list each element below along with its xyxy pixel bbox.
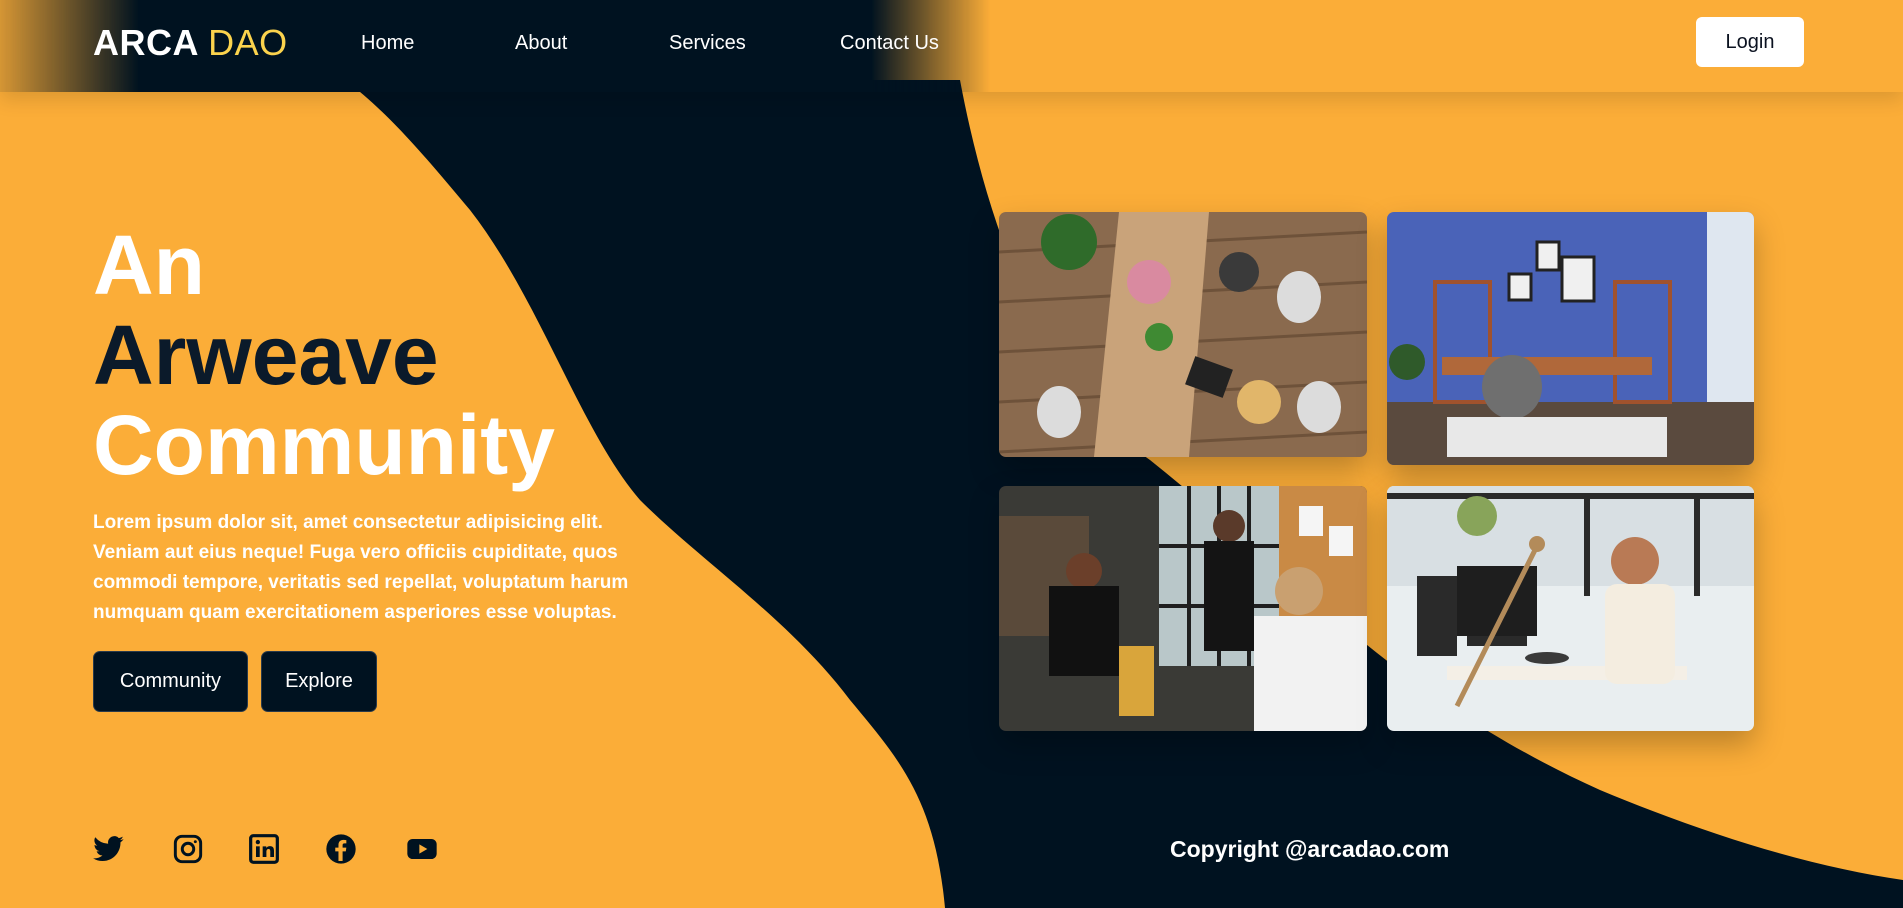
- hero-title: An Arweave Community: [93, 220, 555, 490]
- nav-services-link[interactable]: Services: [669, 32, 746, 55]
- nav-contact-link[interactable]: Contact Us: [840, 32, 939, 55]
- nav-home-link[interactable]: Home: [361, 32, 414, 55]
- hero-title-line-2: Arweave: [93, 308, 439, 402]
- man-at-computer-photo: [1387, 486, 1754, 731]
- hero-title-line-1: An: [93, 218, 205, 312]
- community-button[interactable]: Community: [93, 651, 248, 712]
- explore-button[interactable]: Explore: [261, 651, 377, 712]
- coworking-table-photo: [999, 212, 1367, 457]
- brand-name: ARCA: [93, 22, 198, 63]
- youtube-icon[interactable]: [406, 833, 438, 865]
- office-meeting-photo: [999, 486, 1367, 731]
- nav-about-link[interactable]: About: [515, 32, 567, 55]
- brand-accent: DAO: [208, 22, 288, 63]
- login-button[interactable]: Login: [1696, 17, 1804, 67]
- copyright-text: Copyright @arcadao.com: [1170, 836, 1450, 862]
- linkedin-icon[interactable]: [248, 833, 280, 865]
- hero-title-line-3: Community: [93, 398, 555, 492]
- hero-description: Lorem ipsum dolor sit, amet consectetur …: [93, 512, 629, 623]
- instagram-icon[interactable]: [172, 833, 204, 865]
- twitter-icon[interactable]: [93, 833, 125, 865]
- blue-office-photo: [1387, 212, 1754, 465]
- brand-logo[interactable]: ARCA DAO: [93, 22, 288, 64]
- facebook-icon[interactable]: [325, 833, 357, 865]
